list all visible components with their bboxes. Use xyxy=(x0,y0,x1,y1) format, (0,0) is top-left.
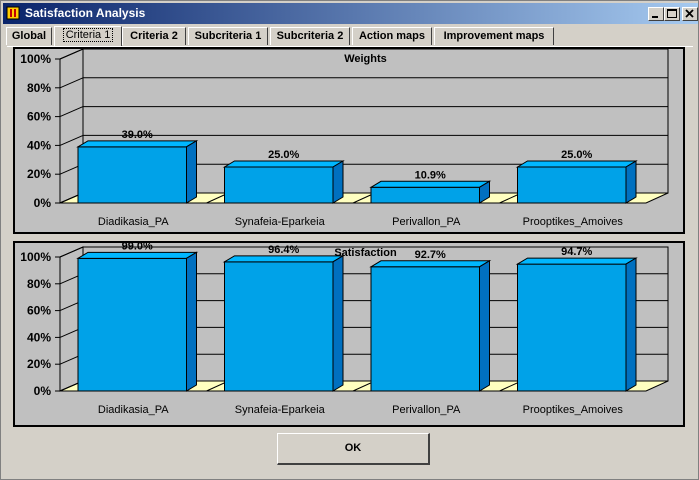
x-tick-label: Diadikasia_PA xyxy=(98,404,169,416)
y-tick-label: 80% xyxy=(27,81,51,95)
tab-label: Improvement maps xyxy=(443,30,545,42)
bar xyxy=(224,166,334,204)
data-label: 96.4% xyxy=(268,244,299,256)
y-tick-label: 40% xyxy=(27,138,51,152)
satisfaction-chart: 0% 20% 40% 60% 80% 100% Satisfaction 99.0% Diadi… xyxy=(13,241,685,427)
bar-side xyxy=(625,257,637,392)
bar xyxy=(370,186,480,204)
tab-improvement-maps[interactable]: Improvement maps xyxy=(434,27,554,45)
chart-title: Weights xyxy=(344,53,387,65)
title-bar[interactable]: Satisfaction Analysis xyxy=(3,3,698,24)
weights-chart-svg: 0% 20% 40% 60% 80% 100% Weights 39.0% Diadikasia… xyxy=(20,49,669,228)
bar-top xyxy=(515,160,638,168)
bar-top xyxy=(222,255,345,263)
bar-side xyxy=(625,160,637,204)
bar-top xyxy=(76,140,199,148)
x-tick-label: Diadikasia_PA xyxy=(98,216,169,228)
bar xyxy=(370,266,480,392)
data-label: 94.7% xyxy=(561,246,592,258)
bar-top xyxy=(222,160,345,168)
x-tick-label: Prooptikes_Amoives xyxy=(523,404,624,416)
minimize-button[interactable] xyxy=(648,7,664,21)
data-label: 25.0% xyxy=(561,149,592,161)
tab-criteria-2[interactable]: Criteria 2 xyxy=(122,27,186,45)
bar xyxy=(77,257,187,392)
app-icon xyxy=(6,6,20,20)
satisfaction-chart-svg: 0% 20% 40% 60% 80% 100% Satisfaction 99.0% Diadi… xyxy=(20,243,669,416)
bar xyxy=(224,261,334,392)
bar-side xyxy=(332,254,344,392)
bar xyxy=(77,146,187,204)
x-tick-label: Prooptikes_Amoives xyxy=(523,216,624,228)
x-tick-label: Perivallon_PA xyxy=(392,216,461,228)
bar-side xyxy=(186,139,197,204)
weights-chart: 0% 20% 40% 60% 80% 100% Weights 39.0% Diadikasia… xyxy=(13,47,685,234)
maximize-icon xyxy=(667,9,677,18)
bar-top xyxy=(515,257,638,265)
window-title: Satisfaction Analysis xyxy=(25,6,146,20)
tab-subcriteria-2[interactable]: Subcriteria 2 xyxy=(270,27,350,45)
tab-global[interactable]: Global xyxy=(6,27,52,45)
bar-top xyxy=(369,260,492,268)
close-button[interactable] xyxy=(682,7,698,21)
tab-subcriteria-1[interactable]: Subcriteria 1 xyxy=(188,27,268,45)
x-tick-label: Synafeia-Eparkeia xyxy=(235,216,326,228)
data-label: 99.0% xyxy=(122,243,153,252)
tab-label: Subcriteria 2 xyxy=(276,30,344,42)
minimize-icon xyxy=(652,16,658,18)
y-tick-label: 100% xyxy=(20,52,51,66)
tab-label: Criteria 2 xyxy=(130,30,178,42)
y-tick-label: 40% xyxy=(27,330,51,344)
y-tick-label: 60% xyxy=(27,110,51,124)
tab-criteria-1[interactable]: Criteria 1 xyxy=(54,26,122,46)
bar-top xyxy=(76,251,199,259)
chart-title: Satisfaction xyxy=(334,247,397,259)
ok-button[interactable]: OK xyxy=(277,433,430,465)
bar xyxy=(517,263,627,392)
tab-label: Action maps xyxy=(358,30,425,42)
bar-side xyxy=(186,251,197,392)
x-tick-label: Synafeia-Eparkeia xyxy=(235,404,326,416)
data-label: 10.9% xyxy=(415,169,446,181)
y-tick-label: 0% xyxy=(34,384,52,398)
y-tick-label: 100% xyxy=(20,250,51,264)
close-icon xyxy=(685,9,694,18)
data-label: 39.0% xyxy=(122,129,153,141)
bar xyxy=(517,166,627,204)
bar-side xyxy=(479,259,490,392)
data-label: 92.7% xyxy=(415,249,446,261)
tab-strip: Global Criteria 1 Criteria 2 Subcriteria… xyxy=(4,26,698,46)
tab-label: Subcriteria 1 xyxy=(194,30,262,42)
bar-side xyxy=(332,160,344,204)
bar-top xyxy=(369,180,492,188)
x-tick-label: Perivallon_PA xyxy=(392,404,461,416)
data-label: 25.0% xyxy=(268,149,299,161)
y-tick-label: 20% xyxy=(27,167,51,181)
tab-label: Criteria 1 xyxy=(62,28,114,42)
tab-label: Global xyxy=(11,30,47,42)
maximize-button[interactable] xyxy=(664,7,680,21)
tab-action-maps[interactable]: Action maps xyxy=(352,27,432,45)
y-tick-label: 80% xyxy=(27,277,51,291)
y-tick-label: 0% xyxy=(34,196,52,210)
satisfaction-analysis-window: Satisfaction Analysis Global Criteria 1 … xyxy=(0,0,699,480)
y-tick-label: 20% xyxy=(27,357,51,371)
y-tick-label: 60% xyxy=(27,304,51,318)
